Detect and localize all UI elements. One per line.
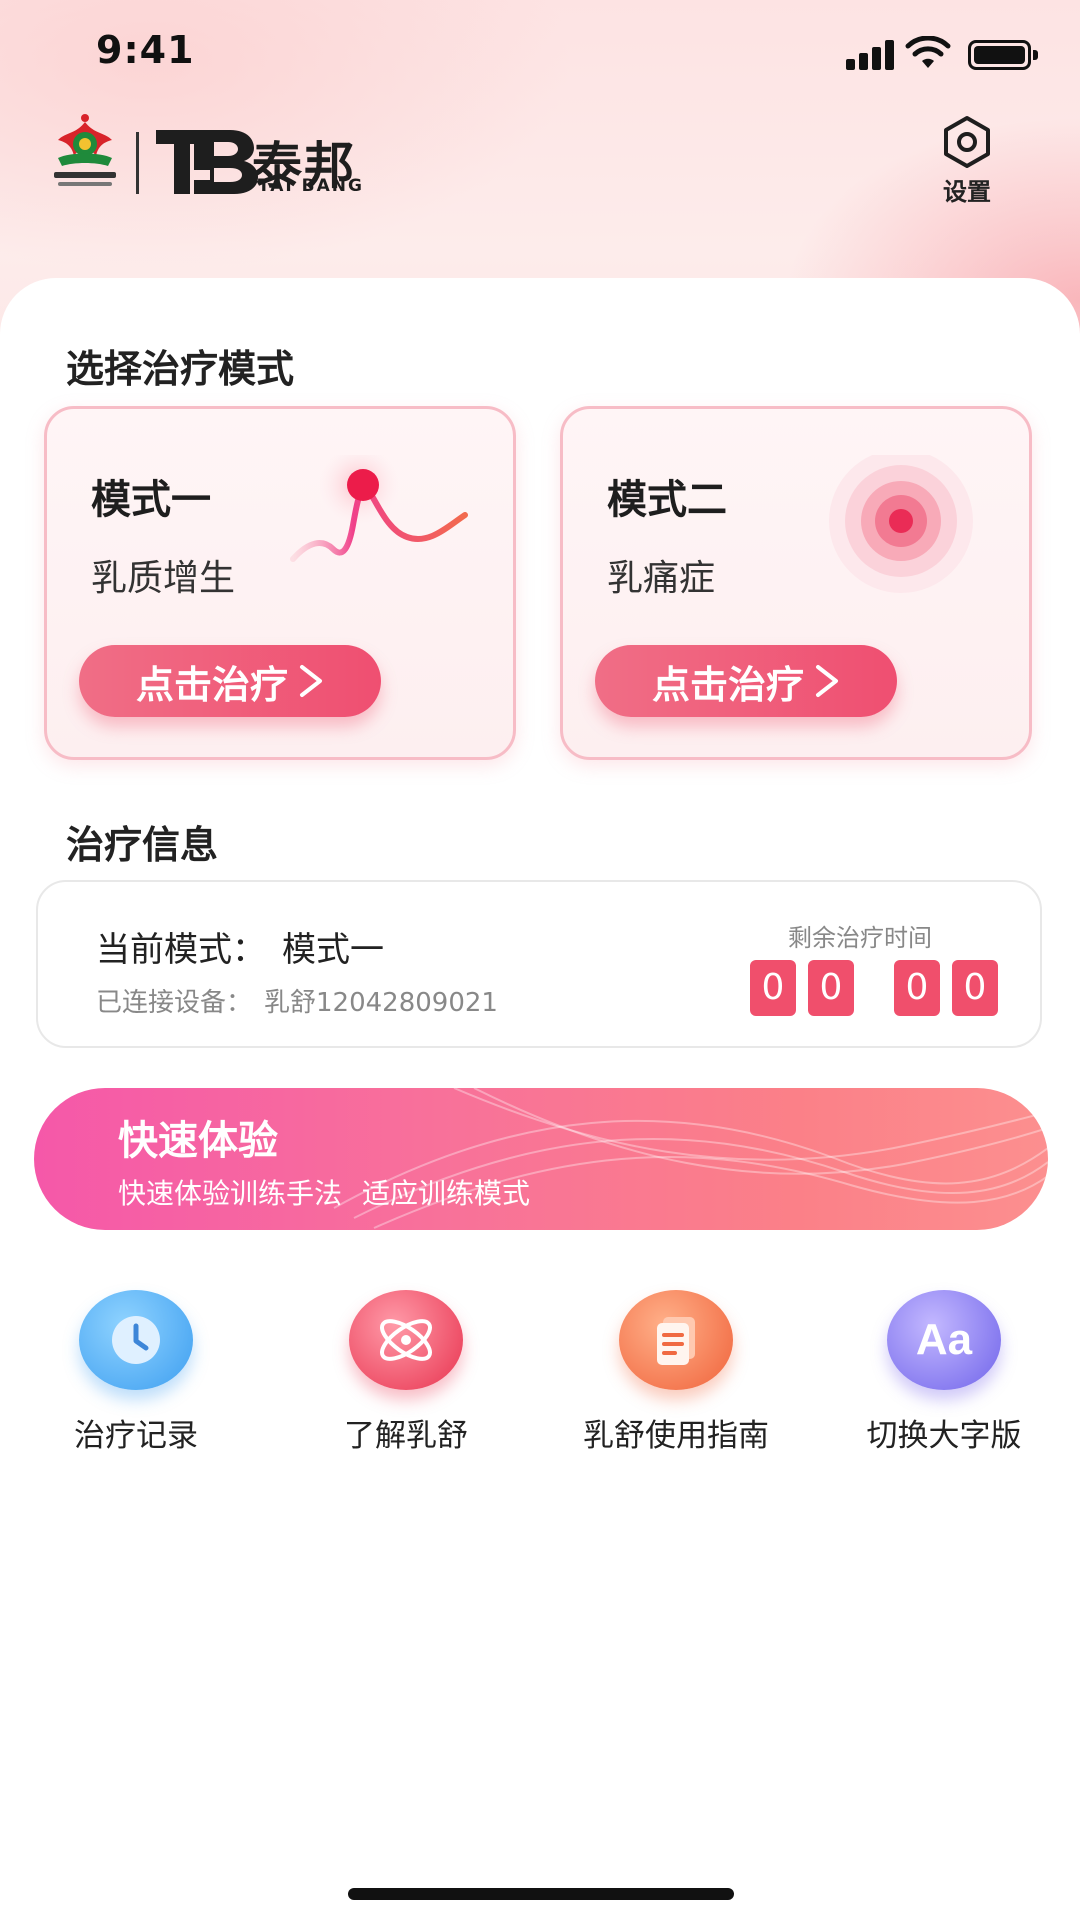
- current-mode-value: 模式一: [282, 930, 384, 970]
- remaining-time-label: 剩余治疗时间: [788, 924, 932, 952]
- atom-icon: [349, 1290, 463, 1390]
- mode-card-2[interactable]: 模式二 乳痛症 点击治疗: [560, 406, 1032, 760]
- start-treatment-label: 点击治疗: [651, 662, 804, 707]
- timer-digit: 0: [952, 960, 998, 1016]
- tb-monogram-icon: [156, 130, 258, 194]
- battery-icon: [968, 40, 1038, 70]
- status-bar: 9:41: [0, 0, 1080, 110]
- timer-digit: 0: [808, 960, 854, 1016]
- function-label: 治疗记录: [74, 1418, 198, 1454]
- about-rushu-button[interactable]: 了解乳舒: [286, 1290, 526, 1460]
- mode-name: 模式一: [91, 477, 211, 523]
- mode-section-title: 选择治疗模式: [66, 347, 295, 391]
- document-icon: [619, 1290, 733, 1390]
- timer-digit: 0: [894, 960, 940, 1016]
- connected-device-value: 乳舒12042809021: [264, 988, 498, 1018]
- user-guide-button[interactable]: 乳舒使用指南: [556, 1290, 796, 1460]
- current-mode: 当前模式： 模式一: [96, 922, 384, 971]
- chevron-right-icon: [300, 665, 322, 697]
- clock-icon: [79, 1290, 193, 1390]
- yunnan-baiyao-emblem-icon: [54, 114, 116, 186]
- quick-experience-banner[interactable]: 快速体验 快速体验训练手法 适应训练模式: [34, 1088, 1048, 1230]
- function-label: 切换大字版: [866, 1418, 1022, 1454]
- brand-name-en: TAI BANG: [258, 176, 364, 196]
- function-label: 乳舒使用指南: [583, 1418, 769, 1454]
- connected-device: 已连接设备： 乳舒12042809021: [96, 982, 498, 1019]
- large-font-toggle-button[interactable]: Aa 切换大字版: [824, 1290, 1064, 1460]
- wifi-icon: [905, 36, 951, 68]
- start-treatment-button-mode-2[interactable]: 点击治疗: [595, 645, 897, 717]
- font-size-icon: Aa: [887, 1290, 1001, 1390]
- info-section-title: 治疗信息: [66, 823, 219, 867]
- quick-experience-subtitle: 快速体验训练手法 适应训练模式: [118, 1172, 530, 1212]
- chevron-right-icon: [816, 665, 838, 697]
- quick-experience-title: 快速体验: [118, 1118, 278, 1164]
- settings-button[interactable]: 设置: [932, 114, 1002, 206]
- start-treatment-button-mode-1[interactable]: 点击治疗: [79, 645, 381, 717]
- start-treatment-label: 点击治疗: [135, 662, 288, 707]
- mode-card-1[interactable]: 模式一 乳质增生 点击治疗: [44, 406, 516, 760]
- logo-divider: [136, 132, 139, 194]
- brand-logo: 泰邦 TAI BANG: [52, 112, 382, 202]
- function-label: 了解乳舒: [344, 1418, 468, 1454]
- status-time: 9:41: [96, 28, 195, 72]
- cellular-signal-icon: [846, 40, 898, 70]
- treatment-info-card: 当前模式： 模式一 已连接设备： 乳舒12042809021 剩余治疗时间 0 0 …: [36, 880, 1042, 1048]
- quick-experience-subtitle-a: 快速体验训练手法: [118, 1177, 343, 1210]
- current-mode-label: 当前模式：: [96, 930, 266, 970]
- timer-digit: 0: [750, 960, 796, 1016]
- mode-name: 模式二: [607, 477, 727, 523]
- settings-hexagon-icon: [944, 116, 990, 168]
- settings-label: 设置: [943, 178, 991, 206]
- connected-device-label: 已连接设备：: [96, 988, 253, 1018]
- mode-description: 乳质增生: [91, 558, 236, 599]
- pulse-wave-icon: [290, 455, 468, 562]
- treatment-records-button[interactable]: 治疗记录: [16, 1290, 256, 1460]
- target-rings-icon: [829, 455, 973, 593]
- home-indicator[interactable]: [348, 1888, 734, 1900]
- quick-experience-subtitle-b: 适应训练模式: [362, 1177, 531, 1210]
- mode-description: 乳痛症: [607, 558, 716, 599]
